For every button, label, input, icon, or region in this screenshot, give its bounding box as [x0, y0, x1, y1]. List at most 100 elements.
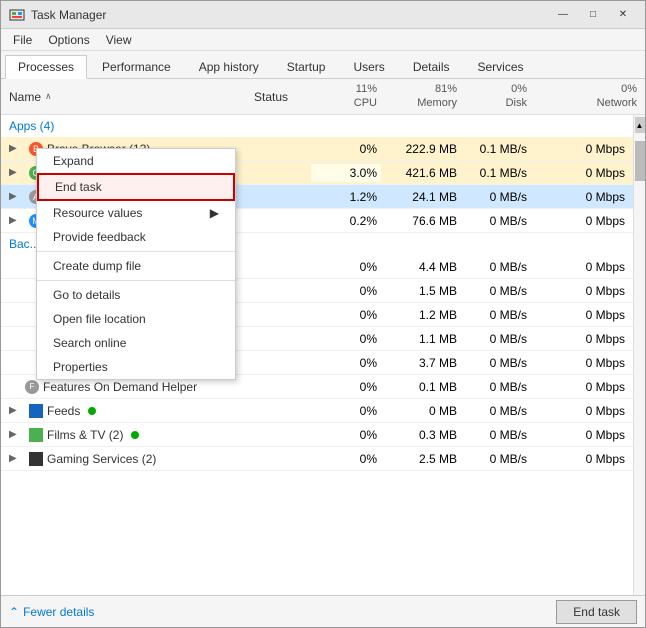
apps-section-header: Apps (4) [1, 115, 633, 137]
menu-bar: File Options View [1, 29, 645, 51]
column-headers: Name ∧ Status 11% CPU 81% Memory [1, 79, 645, 115]
ctx-create-dump[interactable]: Create dump file [37, 254, 235, 278]
row-disk: 0 MB/s [461, 258, 531, 276]
expand-icon: ▶ [9, 191, 21, 202]
row-network: 0 Mbps [531, 258, 633, 276]
col-cpu-header[interactable]: 11% CPU [311, 79, 381, 113]
tab-app-history[interactable]: App history [186, 55, 272, 78]
sort-arrow: ∧ [45, 91, 52, 102]
maximize-button[interactable]: □ [579, 5, 607, 25]
row-cpu: 0% [311, 282, 381, 300]
expand-icon: ▶ [9, 405, 21, 416]
title-controls: — □ ✕ [549, 5, 637, 25]
row-memory: 4.4 MB [381, 258, 461, 276]
row-cpu: 0% [311, 402, 381, 420]
scrollbar[interactable]: ▲ [633, 115, 645, 595]
row-cpu: 1.2% [311, 188, 381, 206]
row-disk: 0 MB/s [461, 306, 531, 324]
row-memory: 1.5 MB [381, 282, 461, 300]
row-disk: 0 MB/s [461, 212, 531, 230]
fewer-details-button[interactable]: ⌃ Fewer details [9, 605, 94, 619]
table-row[interactable]: ▶ Films & TV (2) 0% 0.3 MB 0 MB/s 0 Mbps [1, 423, 633, 447]
expand-icon: ▶ [9, 429, 21, 440]
row-cpu: 3.0% [311, 164, 381, 182]
row-cpu: 0% [311, 354, 381, 372]
ctx-search-online[interactable]: Search online [37, 331, 235, 355]
ctx-expand[interactable]: Expand [37, 149, 235, 173]
row-disk: 0 MB/s [461, 282, 531, 300]
row-disk: 0 MB/s [461, 426, 531, 444]
col-status-header[interactable]: Status [231, 86, 311, 108]
row-status [231, 147, 311, 151]
row-cpu: 0% [311, 140, 381, 158]
ctx-provide-feedback[interactable]: Provide feedback [37, 225, 235, 249]
context-menu: Expand End task Resource values ▶ Provid… [36, 148, 236, 380]
col-memory-header[interactable]: 81% Memory [381, 79, 461, 113]
row-network: 0 Mbps [531, 426, 633, 444]
expand-icon: ▶ [9, 167, 21, 178]
tab-users[interactable]: Users [340, 55, 397, 78]
row-network: 0 Mbps [531, 188, 633, 206]
content-area: Name ∧ Status 11% CPU 81% Memory [1, 79, 645, 595]
row-disk: 0 MB/s [461, 450, 531, 468]
row-cpu: 0.2% [311, 212, 381, 230]
row-memory: 0.1 MB [381, 378, 461, 396]
menu-options[interactable]: Options [40, 31, 97, 49]
menu-file[interactable]: File [5, 31, 40, 49]
scroll-up-btn[interactable]: ▲ [635, 117, 645, 133]
row-disk: 0.1 MB/s [461, 164, 531, 182]
ctx-end-task[interactable]: End task [37, 173, 235, 201]
col-disk-header[interactable]: 0% Disk [461, 79, 531, 113]
expand-icon: ▶ [9, 143, 21, 154]
row-status [231, 361, 311, 365]
row-status [231, 409, 311, 413]
row-cpu: 0% [311, 258, 381, 276]
row-status [231, 457, 311, 461]
end-task-button[interactable]: End task [556, 600, 637, 624]
col-name-header[interactable]: Name ∧ [1, 86, 231, 108]
row-memory: 2.5 MB [381, 450, 461, 468]
row-memory: 0.3 MB [381, 426, 461, 444]
row-status [231, 337, 311, 341]
ctx-resource-values[interactable]: Resource values ▶ [37, 201, 235, 225]
green-status-dot [131, 431, 139, 439]
row-status [231, 385, 311, 389]
row-memory: 24.1 MB [381, 188, 461, 206]
tabs-bar: Processes Performance App history Startu… [1, 51, 645, 79]
ctx-properties[interactable]: Properties [37, 355, 235, 379]
row-memory: 76.6 MB [381, 212, 461, 230]
tab-processes[interactable]: Processes [5, 55, 87, 79]
ctx-go-to-details[interactable]: Go to details [37, 283, 235, 307]
row-network: 0 Mbps [531, 450, 633, 468]
table-row[interactable]: ▶ Feeds 0% 0 MB 0 MB/s 0 Mbps [1, 399, 633, 423]
row-status [231, 195, 311, 199]
scroll-thumb[interactable] [635, 141, 645, 181]
row-network: 0 Mbps [531, 354, 633, 372]
ctx-open-file[interactable]: Open file location [37, 307, 235, 331]
status-bar: ⌃ Fewer details End task [1, 595, 645, 627]
row-name: ▶ Feeds [1, 402, 231, 420]
row-disk: 0 MB/s [461, 354, 531, 372]
row-memory: 1.1 MB [381, 330, 461, 348]
row-status [231, 265, 311, 269]
expand-icon: ▶ [9, 453, 21, 464]
tab-performance[interactable]: Performance [89, 55, 184, 78]
close-button[interactable]: ✕ [609, 5, 637, 25]
row-disk: 0 MB/s [461, 188, 531, 206]
tab-details[interactable]: Details [400, 55, 463, 78]
tab-services[interactable]: Services [465, 55, 537, 78]
menu-view[interactable]: View [98, 31, 140, 49]
row-network: 0 Mbps [531, 140, 633, 158]
row-network: 0 Mbps [531, 164, 633, 182]
table-row[interactable]: ▶ Gaming Services (2) 0% 2.5 MB 0 MB/s 0… [1, 447, 633, 471]
row-network: 0 Mbps [531, 402, 633, 420]
row-status [231, 289, 311, 293]
tab-startup[interactable]: Startup [274, 55, 339, 78]
minimize-button[interactable]: — [549, 5, 577, 25]
col-network-header[interactable]: 0% Network [531, 79, 645, 113]
title-bar: Task Manager — □ ✕ [1, 1, 645, 29]
row-disk: 0 MB/s [461, 402, 531, 420]
row-memory: 3.7 MB [381, 354, 461, 372]
row-memory: 222.9 MB [381, 140, 461, 158]
title-bar-left: Task Manager [9, 7, 106, 23]
